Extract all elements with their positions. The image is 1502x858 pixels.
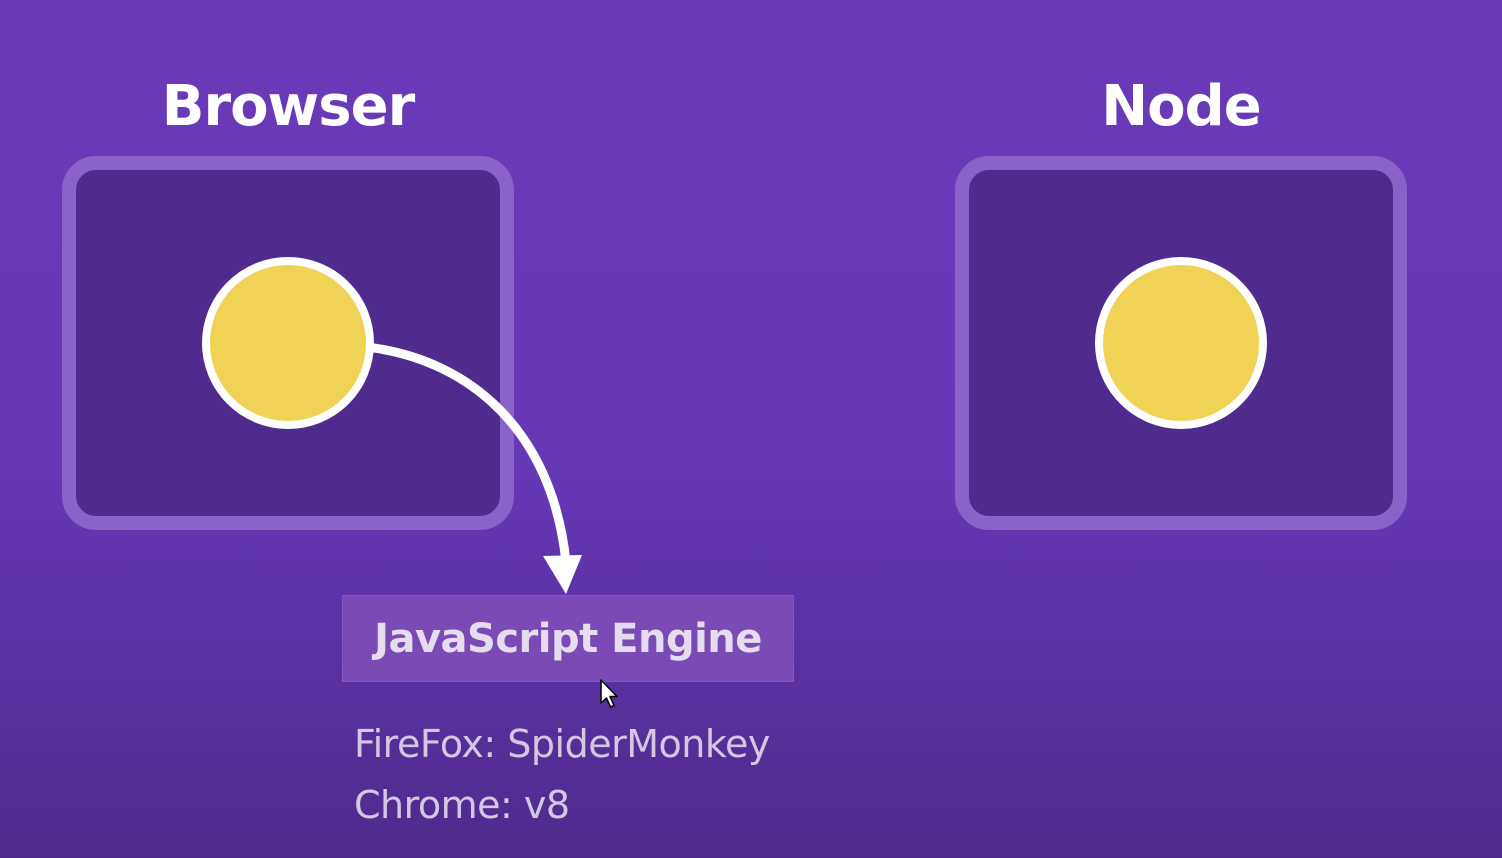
browser-js-circle <box>202 257 374 429</box>
node-js-circle <box>1095 257 1267 429</box>
browser-title: Browser <box>161 74 415 139</box>
node-title: Node <box>1101 74 1261 139</box>
engine-chrome: Chrome: v8 <box>354 783 570 827</box>
javascript-engine-label: JavaScript Engine <box>374 615 762 662</box>
javascript-engine-box: JavaScript Engine <box>342 595 794 682</box>
arrow-head-icon <box>543 555 582 594</box>
slide-canvas: Browser Node JavaScript Engine FireFox: … <box>0 0 1502 858</box>
engine-firefox: FireFox: SpiderMonkey <box>354 722 770 766</box>
mouse-pointer-icon <box>600 679 618 708</box>
